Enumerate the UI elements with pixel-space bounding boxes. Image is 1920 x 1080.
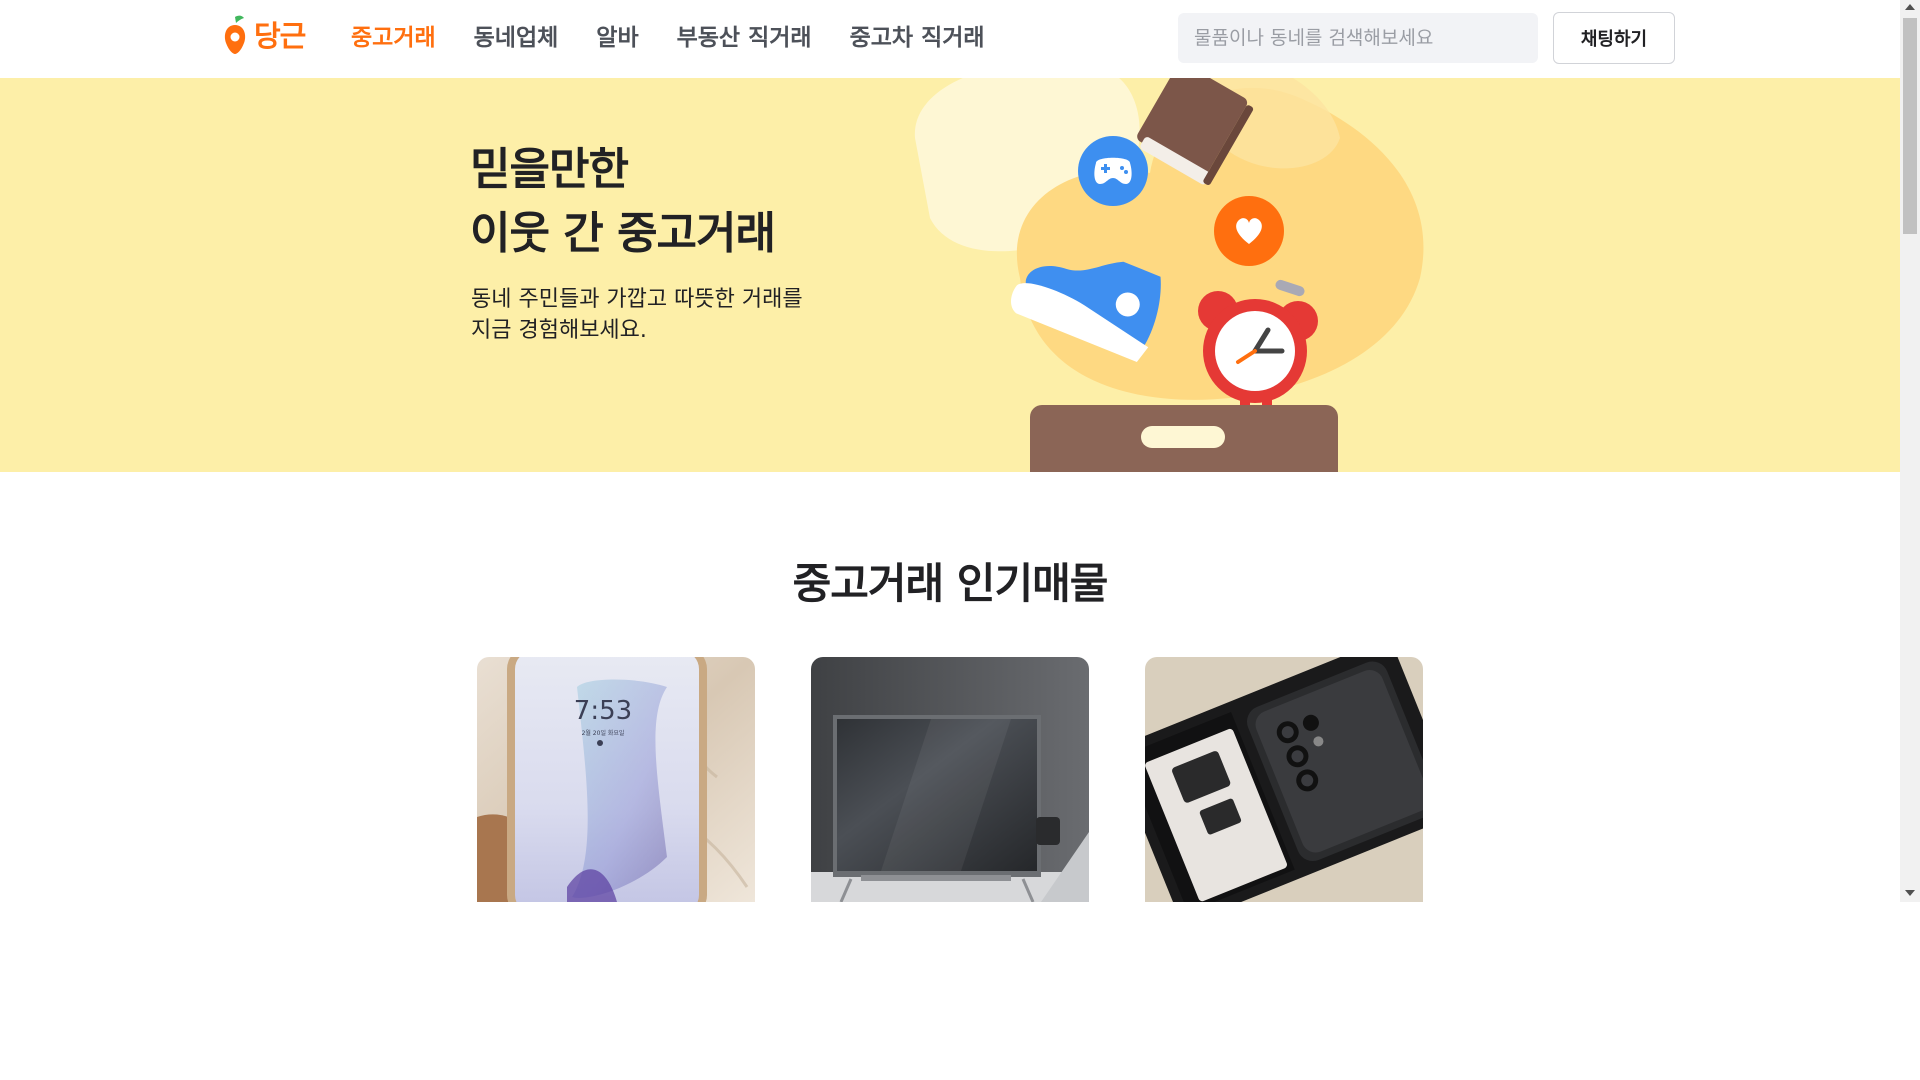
hero-desc-line2: 지금 경험해보세요. [471, 318, 647, 343]
page-viewport: 당근 중고거래 동네업체 알바 부동산 직거래 중고차 직거래 채팅하기 믿을만… [0, 0, 1920, 902]
blank-area [0, 902, 1920, 1080]
donation-box-icon [1030, 405, 1338, 472]
main-nav: 중고거래 동네업체 알바 부동산 직거래 중고차 직거래 [351, 18, 1023, 52]
logo-text: 당근 [254, 19, 306, 53]
chat-button[interactable]: 채팅하기 [1553, 12, 1675, 64]
item-card[interactable] [811, 657, 1089, 902]
heart-icon [1214, 196, 1284, 266]
nav-item-used-trade[interactable]: 중고거래 [351, 18, 436, 52]
hero-title-line2: 이웃 간 중고거래 [470, 208, 776, 259]
television-photo [811, 657, 1089, 902]
popular-items-list: 7:53 2월 20일 화요일 [477, 657, 1477, 902]
phone-screen-time: 7:53 [574, 696, 632, 726]
smartphone-photo: 7:53 2월 20일 화요일 [477, 657, 755, 902]
nav-item-local-business[interactable]: 동네업체 [474, 18, 559, 52]
carrot-logo-icon [224, 15, 246, 54]
hero-description: 동네 주민들과 가깝고 따뜻한 거래를 지금 경험해보세요. [471, 284, 803, 346]
nav-item-used-cars[interactable]: 중고차 직거래 [850, 18, 985, 52]
hero-desc-line1: 동네 주민들과 가깝고 따뜻한 거래를 [471, 287, 803, 312]
hero-illustration [914, 78, 1424, 472]
section-title: 중고거래 인기매물 [792, 559, 1109, 608]
scrollbar-thumb[interactable] [1903, 18, 1917, 234]
item-card[interactable] [1145, 657, 1423, 902]
galaxy-phone-box-photo [1145, 657, 1423, 902]
game-controller-icon [1078, 136, 1148, 206]
logo[interactable]: 당근 [222, 12, 306, 56]
nav-item-jobs[interactable]: 알바 [596, 18, 638, 52]
hero-title: 믿을만한 이웃 간 중고거래 [470, 138, 776, 266]
hero-banner: 믿을만한 이웃 간 중고거래 동네 주민들과 가깝고 따뜻한 거래를 지금 경험… [0, 78, 1900, 472]
hero-title-line1: 믿을만한 [470, 144, 629, 195]
site-header: 당근 중고거래 동네업체 알바 부동산 직거래 중고차 직거래 채팅하기 [0, 0, 1900, 78]
page-scrollbar[interactable] [1900, 0, 1920, 902]
scroll-down-arrow-icon[interactable] [1905, 890, 1915, 896]
phone-screen-date: 2월 20일 화요일 [582, 729, 625, 737]
scroll-up-arrow-icon[interactable] [1905, 4, 1915, 10]
nav-item-real-estate[interactable]: 부동산 직거래 [677, 18, 812, 52]
item-card[interactable]: 7:53 2월 20일 화요일 [477, 657, 755, 902]
search-input[interactable] [1178, 13, 1538, 63]
